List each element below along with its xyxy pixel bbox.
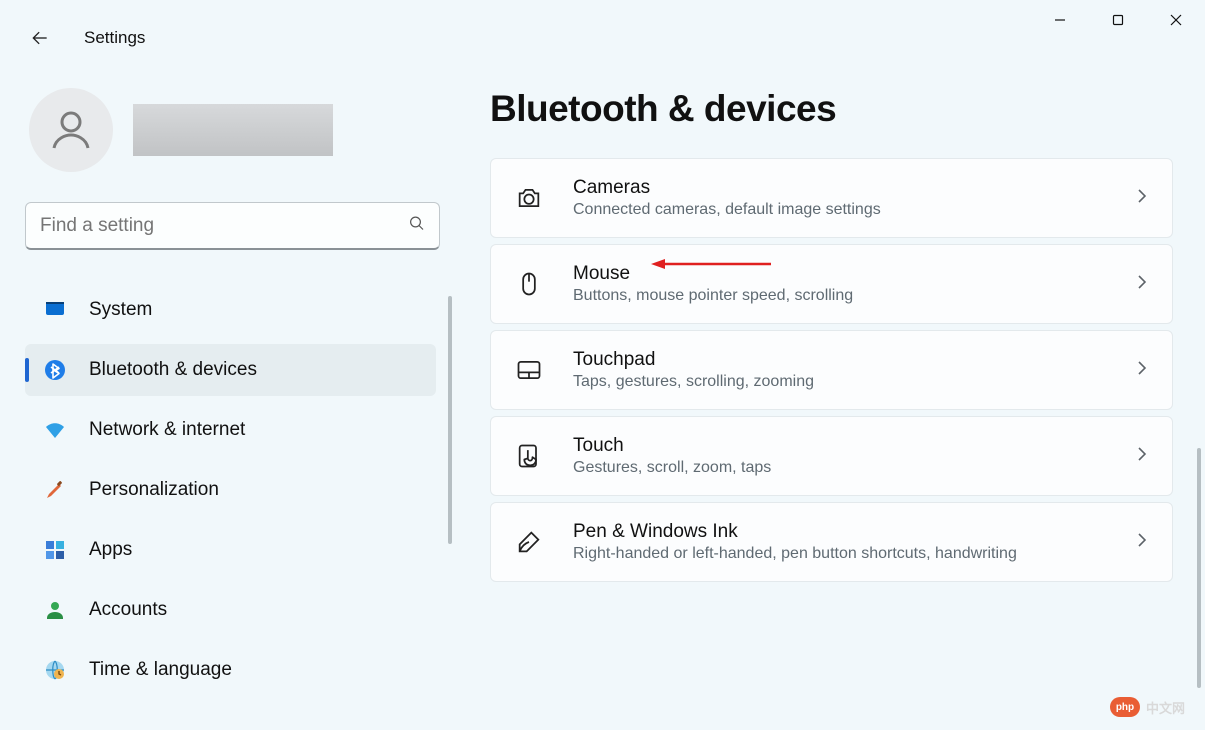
touchpad-icon (513, 354, 545, 386)
profile-name-placeholder (133, 104, 333, 156)
chevron-right-icon (1134, 532, 1150, 553)
card-subtitle: Connected cameras, default image setting… (573, 201, 1106, 219)
sidebar-item-personalization[interactable]: Personalization (25, 464, 436, 516)
close-button[interactable] (1147, 0, 1205, 40)
watermark: php 中文网 (1110, 697, 1185, 717)
sidebar-item-label: Network & internet (89, 419, 245, 441)
app-title: Settings (84, 28, 145, 48)
card-title: Touch (573, 435, 1106, 457)
sidebar: System Bluetooth & devices Network & int… (0, 68, 470, 730)
sidebar-item-time-language[interactable]: Time & language (25, 644, 436, 696)
mouse-icon (513, 268, 545, 300)
sidebar-item-label: Accounts (89, 599, 167, 621)
camera-icon (513, 182, 545, 214)
profile-block[interactable] (25, 88, 460, 172)
main-scrollbar[interactable] (1197, 448, 1201, 688)
settings-card-touch[interactable]: Touch Gestures, scroll, zoom, taps (490, 416, 1173, 496)
card-title: Mouse (573, 263, 1106, 285)
back-button[interactable] (20, 18, 60, 58)
settings-card-touchpad[interactable]: Touchpad Taps, gestures, scrolling, zoom… (490, 330, 1173, 410)
titlebar: Settings (0, 0, 1205, 68)
sidebar-item-label: Apps (89, 539, 132, 561)
paintbrush-icon (43, 478, 67, 502)
bluetooth-icon (43, 358, 67, 382)
sidebar-item-apps[interactable]: Apps (25, 524, 436, 576)
card-subtitle: Taps, gestures, scrolling, zooming (573, 373, 1106, 391)
sidebar-item-bluetooth-devices[interactable]: Bluetooth & devices (25, 344, 436, 396)
settings-card-mouse[interactable]: Mouse Buttons, mouse pointer speed, scro… (490, 244, 1173, 324)
card-title: Pen & Windows Ink (573, 521, 1106, 543)
wifi-icon (43, 418, 67, 442)
sidebar-item-label: Bluetooth & devices (89, 359, 257, 381)
search-input[interactable] (25, 202, 440, 250)
sidebar-item-label: Personalization (89, 479, 219, 501)
page-title: Bluetooth & devices (490, 88, 1173, 130)
minimize-button[interactable] (1031, 0, 1089, 40)
settings-card-pen-ink[interactable]: Pen & Windows Ink Right-handed or left-h… (490, 502, 1173, 582)
card-subtitle: Buttons, mouse pointer speed, scrolling (573, 287, 1106, 305)
maximize-button[interactable] (1089, 0, 1147, 40)
card-subtitle: Gestures, scroll, zoom, taps (573, 459, 1106, 477)
person-icon (43, 598, 67, 622)
card-subtitle: Right-handed or left-handed, pen button … (573, 545, 1106, 563)
pen-icon (513, 526, 545, 558)
monitor-icon (43, 298, 67, 322)
touch-icon (513, 440, 545, 472)
sidebar-item-label: System (89, 299, 152, 321)
globe-clock-icon (43, 658, 67, 682)
apps-icon (43, 538, 67, 562)
settings-card-cameras[interactable]: Cameras Connected cameras, default image… (490, 158, 1173, 238)
sidebar-nav: System Bluetooth & devices Network & int… (25, 284, 460, 696)
sidebar-item-system[interactable]: System (25, 284, 436, 336)
chevron-right-icon (1134, 274, 1150, 295)
search-icon (408, 215, 426, 238)
sidebar-item-label: Time & language (89, 659, 232, 681)
chevron-right-icon (1134, 360, 1150, 381)
card-title: Touchpad (573, 349, 1106, 371)
chevron-right-icon (1134, 188, 1150, 209)
avatar (29, 88, 113, 172)
watermark-text: 中文网 (1146, 698, 1185, 717)
sidebar-scrollbar[interactable] (448, 296, 452, 544)
card-title: Cameras (573, 177, 1106, 199)
main-content: Bluetooth & devices Cameras Connected ca… (470, 68, 1205, 730)
chevron-right-icon (1134, 446, 1150, 467)
window-controls (1031, 0, 1205, 40)
sidebar-item-accounts[interactable]: Accounts (25, 584, 436, 636)
sidebar-item-network[interactable]: Network & internet (25, 404, 436, 456)
watermark-logo: php (1110, 697, 1140, 717)
